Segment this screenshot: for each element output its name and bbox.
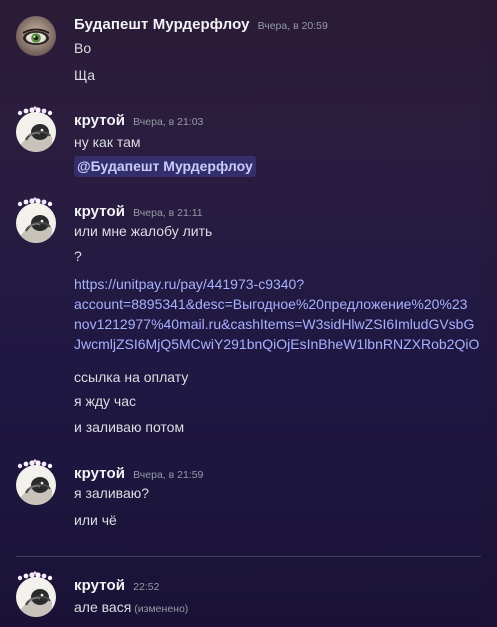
- payment-link[interactable]: nov1212977%40mail.ru&cashItems=W3sidHlwZ…: [74, 314, 497, 334]
- message-text: Во: [74, 40, 92, 56]
- message-header: крутой 22:52: [74, 577, 159, 599]
- message-header: Будапешт Мурдерфлоу Вчера, в 20:59: [74, 16, 328, 38]
- payment-link[interactable]: https://unitpay.ru/pay/441973-c9340?: [74, 274, 497, 294]
- message-text: я заливаю?: [74, 485, 150, 501]
- message-text: Ща: [74, 67, 96, 83]
- user-avatar[interactable]: [16, 112, 56, 152]
- message-text: ?: [74, 248, 82, 264]
- timestamp: Вчера, в 21:11: [133, 207, 203, 219]
- timestamp: 22:52: [133, 581, 160, 593]
- payment-link[interactable]: JwcmljZSI6MjQ5MCwiY291bnQiOjEsInBheW1lbn…: [74, 334, 497, 354]
- message-text: але вася: [74, 599, 132, 615]
- message-divider: [16, 556, 481, 557]
- payment-link[interactable]: account=8895341&desc=Выгодное%20предложе…: [74, 294, 497, 314]
- message-text: или мне жалобу лить: [74, 223, 213, 239]
- message-text: или чё: [74, 512, 117, 528]
- message-mention-line: @Будапешт Мурдерфлоу: [74, 156, 497, 177]
- edited-label: (изменено): [134, 603, 189, 615]
- username[interactable]: крутой: [74, 203, 125, 220]
- message-text: я жду час: [74, 393, 136, 409]
- message-group-1: Будапешт Мурдерфлоу Вчера, в 20:59 Во Ща: [0, 16, 497, 92]
- user-mention[interactable]: @Будапешт Мурдерфлоу: [74, 156, 256, 177]
- message-group-5: крутой 22:52 але вася (изменено): [0, 571, 497, 621]
- message-text-edited: але вася (изменено): [74, 597, 497, 619]
- user-avatar[interactable]: [16, 16, 56, 56]
- user-avatar[interactable]: [16, 203, 56, 243]
- message-group-2: крутой Вчера, в 21:03 ну как там @Будапе…: [0, 106, 497, 178]
- username[interactable]: Будапешт Мурдерфлоу: [74, 16, 250, 33]
- timestamp: Вчера, в 21:59: [133, 469, 204, 481]
- message-text: и заливаю потом: [74, 419, 185, 435]
- message-group-3: крутой Вчера, в 21:11 или мне жалобу лит…: [0, 197, 497, 443]
- timestamp: Вчера, в 21:03: [133, 116, 204, 128]
- message-text: ну как там: [74, 134, 141, 150]
- user-avatar[interactable]: [16, 465, 56, 505]
- username[interactable]: крутой: [74, 465, 125, 482]
- timestamp: Вчера, в 20:59: [257, 20, 328, 32]
- username[interactable]: крутой: [74, 577, 125, 594]
- message-text: ссылка на оплату: [74, 369, 189, 385]
- username[interactable]: крутой: [74, 112, 125, 129]
- message-group-4: крутой Вчера, в 21:59 я заливаю? или чё: [0, 459, 497, 535]
- message-header: крутой Вчера, в 21:03: [74, 112, 203, 134]
- user-avatar[interactable]: [16, 577, 56, 617]
